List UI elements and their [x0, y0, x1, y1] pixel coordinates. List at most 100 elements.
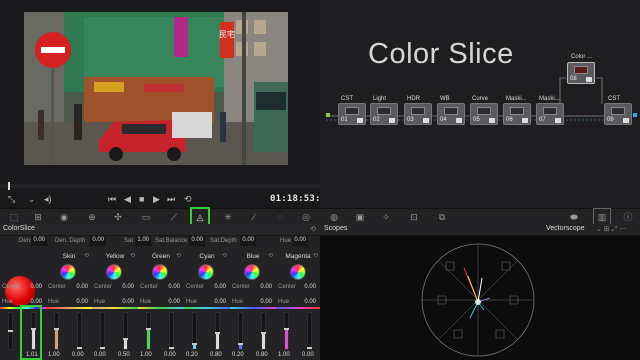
node-curve[interactable]: 05	[470, 103, 498, 125]
playhead[interactable]	[8, 182, 10, 190]
magenta-wheel[interactable]	[290, 264, 306, 280]
sizing-icon[interactable]: ⊡	[406, 209, 422, 225]
node-hdr[interactable]: 03	[404, 103, 432, 125]
center-value[interactable]: 0.00	[30, 284, 42, 290]
tracker-icon[interactable]: ◎	[298, 209, 314, 225]
play-icon[interactable]: ▶	[153, 194, 160, 204]
scope-mode-dropdown[interactable]: Vectorscope	[546, 225, 585, 232]
sat-balance-field[interactable]: 0.00	[189, 236, 205, 246]
center-value[interactable]: 0.00	[122, 284, 134, 290]
panel-title: ColorSlice	[3, 225, 35, 232]
density-slider[interactable]	[54, 312, 59, 350]
node-mask-1[interactable]: 06	[503, 103, 531, 125]
yellow-wheel[interactable]	[106, 264, 122, 280]
video-frame[interactable]: 民宅	[24, 12, 288, 165]
input-source-dot[interactable]	[326, 113, 330, 117]
output-dot[interactable]	[633, 113, 637, 117]
center-value[interactable]: 0.00	[214, 284, 226, 290]
reset-icon[interactable]: ⟲	[84, 252, 89, 259]
sat-field[interactable]: 1.00	[135, 236, 151, 246]
center-value[interactable]: 0.00	[76, 284, 88, 290]
dens-field[interactable]: 0.00	[31, 236, 47, 246]
node-light[interactable]: 02	[370, 103, 398, 125]
saturation-slider[interactable]	[169, 312, 174, 350]
node-cst[interactable]: 01	[338, 103, 366, 125]
hue-bar	[46, 307, 92, 309]
hdr-wheels-icon[interactable]: ⊕	[84, 209, 100, 225]
color-wheels-icon[interactable]: ◉	[56, 209, 72, 225]
center-label: Center	[278, 284, 297, 290]
stop-icon[interactable]: ■	[139, 194, 144, 204]
scope-options-icons[interactable]: ⌄ ⊞ ⤢ ⋯	[596, 225, 626, 234]
node-graph-panel: Color Slice CST 01 Light 02 HDR 03 WB 04…	[320, 0, 640, 208]
node-label: Maski...	[506, 96, 527, 102]
magic-mask-icon[interactable]: ◍	[326, 209, 342, 225]
viewer-panel: 民宅 ⤡ ⌄ ◂) ⏮ ◀ ■ ▶ ⏭ ⟲ 01:18:53:12	[0, 0, 332, 208]
center-value[interactable]: 0.00	[260, 284, 272, 290]
toggle-icon[interactable]: ⬬	[566, 209, 582, 225]
density-slider[interactable]	[284, 312, 289, 350]
hue-value[interactable]: 0.00	[260, 299, 272, 305]
qualifier-icon[interactable]: ⁄	[246, 209, 262, 225]
cyan-wheel[interactable]	[198, 264, 214, 280]
saturation-slider[interactable]	[215, 312, 220, 350]
hue-value[interactable]: 0.00	[214, 299, 226, 305]
density-slider[interactable]	[100, 312, 105, 350]
saturation-slider[interactable]	[307, 312, 312, 350]
skip-to-start-icon[interactable]: ⏮	[108, 194, 116, 204]
center-value[interactable]: 0.00	[304, 284, 316, 290]
node-mask-2[interactable]: 07	[536, 103, 564, 125]
hue-value[interactable]: 0.00	[122, 299, 134, 305]
reset-icon[interactable]: ⟲	[222, 252, 227, 259]
color-slice-tool-icon[interactable]: ◬	[190, 207, 210, 227]
view-options-icon[interactable]: ⌄	[28, 194, 36, 204]
motion-effects-icon[interactable]: ▭	[138, 209, 154, 225]
color-warper-icon[interactable]: ✳	[220, 209, 236, 225]
saturation-slider[interactable]	[77, 312, 82, 350]
hue-value[interactable]: 0.00	[76, 299, 88, 305]
hue-value[interactable]: 0.00	[304, 299, 316, 305]
blur-icon[interactable]: ▣	[352, 209, 368, 225]
hue-value[interactable]: 0.00	[168, 299, 180, 305]
color-match-icon[interactable]: ⊞	[30, 209, 46, 225]
sat-depth-field[interactable]: 0.00	[240, 236, 256, 246]
slider-value: 0.80	[256, 352, 268, 358]
density-slider[interactable]	[8, 312, 13, 350]
dens-depth-field[interactable]: 0.00	[90, 236, 106, 246]
audio-icon[interactable]: ◂)	[44, 194, 52, 204]
curves-icon[interactable]: ⟋	[166, 209, 182, 225]
param-label: Sat.Balance	[155, 238, 188, 244]
scopes-toggle-icon[interactable]: ▥	[593, 208, 611, 226]
saturation-slider[interactable]	[261, 312, 266, 350]
density-slider[interactable]	[238, 312, 243, 350]
timeline-scrubber[interactable]	[0, 182, 320, 190]
reset-icon[interactable]: ⟲	[130, 252, 135, 259]
blue-wheel[interactable]	[244, 264, 260, 280]
camera-raw-icon[interactable]: ⬚	[6, 209, 22, 225]
node-wb[interactable]: 04	[437, 103, 465, 125]
skin-wheel[interactable]	[60, 264, 76, 280]
center-value[interactable]: 0.00	[168, 284, 180, 290]
pointer-tool-icon[interactable]: ⤡	[8, 194, 15, 204]
info-icon[interactable]: ⓘ	[620, 209, 636, 225]
saturation-slider[interactable]	[123, 312, 128, 350]
skip-to-end-icon[interactable]: ⏭	[167, 194, 175, 204]
3d-icon[interactable]: ⧉	[434, 209, 450, 225]
loop-icon[interactable]: ⟲	[184, 194, 192, 204]
density-slider[interactable]	[146, 312, 151, 350]
step-back-icon[interactable]: ◀	[124, 194, 131, 204]
node-cst-output[interactable]: 09	[604, 103, 632, 125]
reset-icon[interactable]: ⟲	[176, 252, 181, 259]
node-color-slice[interactable]: 08	[567, 62, 595, 84]
node-label: HDR	[407, 96, 420, 102]
reset-icon[interactable]: ⟲	[310, 225, 316, 233]
rgb-mixer-icon[interactable]: ✣	[110, 209, 126, 225]
key-icon[interactable]: ✧	[378, 209, 394, 225]
param-label: Sat.Depth	[210, 238, 237, 244]
hue-field[interactable]: 0.00	[292, 236, 308, 246]
reset-icon[interactable]: ⟲	[268, 252, 273, 259]
density-slider[interactable]	[192, 312, 197, 350]
reset-icon[interactable]: ⟲	[313, 252, 318, 259]
green-wheel[interactable]	[152, 264, 168, 280]
window-icon[interactable]: ◌	[272, 209, 288, 225]
